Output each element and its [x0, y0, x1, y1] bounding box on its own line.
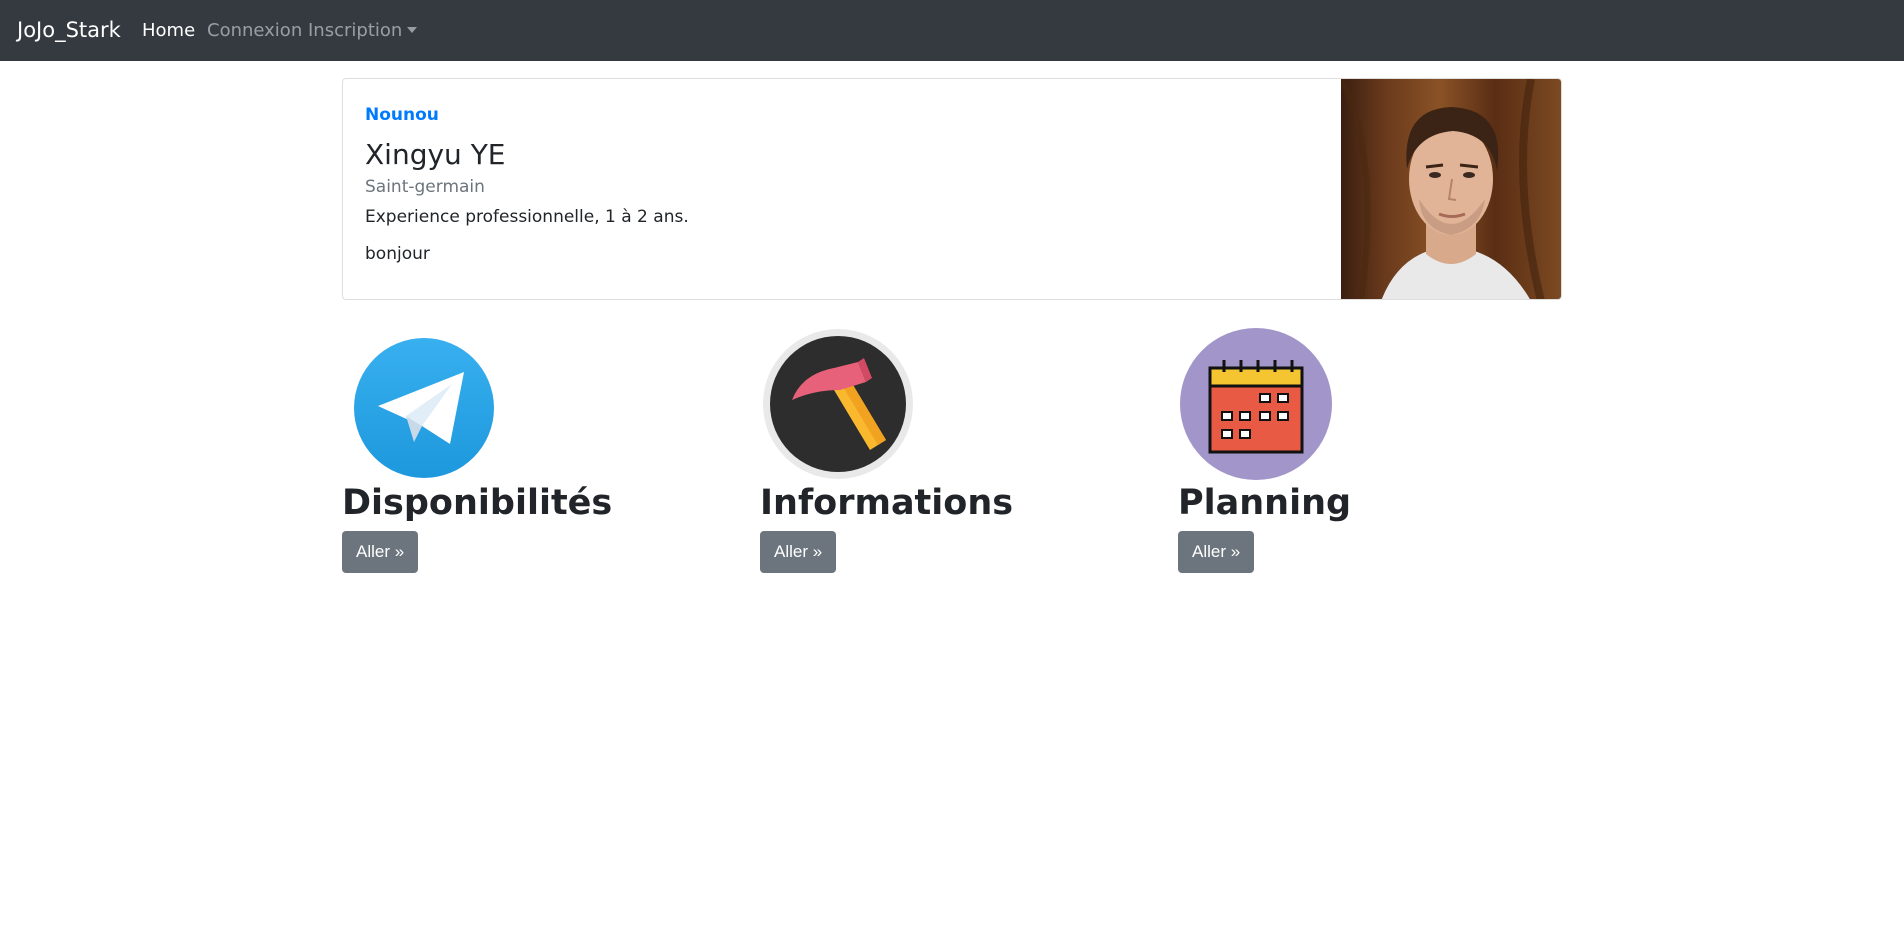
profile-photo: [1338, 79, 1561, 299]
brand-link[interactable]: JoJo_Stark: [17, 17, 121, 43]
hammer-icon: [762, 328, 914, 480]
aller-button[interactable]: Aller »: [760, 531, 837, 573]
caret-down-icon: [407, 27, 418, 33]
feature-title: Informations: [760, 483, 1014, 523]
feature-disponibilites: Disponibilités Aller »: [342, 328, 742, 578]
telegram-icon: [348, 328, 500, 480]
nav-connexion[interactable]: Connexion: [207, 20, 302, 42]
nav-inscription-label: Inscription: [308, 20, 403, 41]
profile-name: Xingyu YE: [365, 138, 506, 171]
profile-city: Saint-germain: [365, 177, 485, 197]
profile-message: bonjour: [365, 244, 430, 264]
nav-inscription-dropdown[interactable]: Inscription: [308, 20, 418, 42]
feature-planning: Planning Aller »: [1178, 328, 1578, 578]
feature-informations: Informations Aller »: [760, 328, 1160, 578]
profile-role: Nounou: [365, 105, 439, 125]
feature-title: Planning: [1178, 483, 1352, 523]
nav-home[interactable]: Home: [142, 20, 195, 42]
calendar-icon: [1180, 328, 1332, 480]
navbar: JoJo_Stark Home Connexion Inscription: [0, 0, 1904, 61]
profile-card: Nounou Xingyu YE Saint-germain Experienc…: [342, 78, 1562, 300]
feature-title: Disponibilités: [342, 483, 613, 523]
aller-button[interactable]: Aller »: [342, 531, 419, 573]
aller-button[interactable]: Aller »: [1178, 531, 1255, 573]
profile-experience: Experience professionnelle, 1 à 2 ans.: [365, 207, 689, 227]
